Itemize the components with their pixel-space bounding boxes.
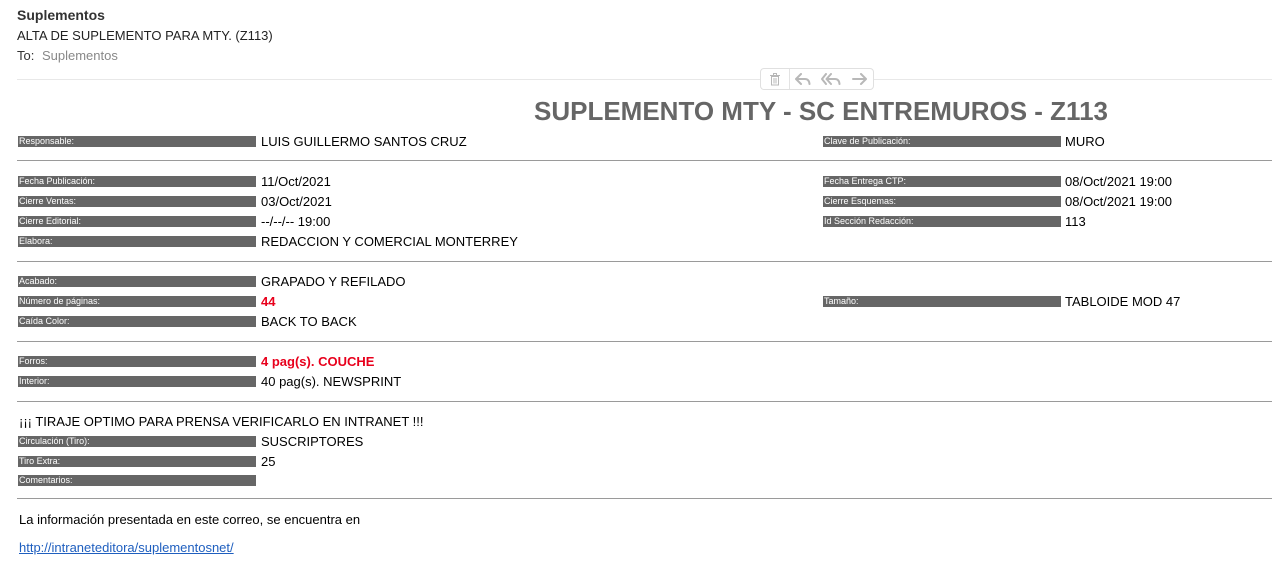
clave-value: MURO [1065, 134, 1105, 149]
header-divider [17, 79, 1272, 80]
id-seccion-label: Id Sección Redacción: [823, 216, 1061, 227]
num-paginas-label: Número de páginas: [18, 296, 256, 307]
acabado-value: GRAPADO Y REFILADO [261, 274, 406, 289]
sender-name: Suplementos [17, 7, 105, 23]
section-divider [17, 498, 1272, 499]
tiro-extra-value: 25 [261, 454, 276, 469]
to-label: To: [17, 48, 35, 63]
footer-text: La información presentada en este correo… [19, 512, 361, 527]
forward-icon [851, 73, 867, 85]
cierre-esquemas-label: Cierre Esquemas: [823, 196, 1061, 207]
responsable-label: Responsable: [18, 136, 256, 147]
email-subject: ALTA DE SUPLEMENTO PARA MTY. (Z113) [17, 28, 273, 43]
reply-button[interactable] [790, 69, 816, 89]
section-divider [17, 160, 1272, 161]
id-seccion-value: 113 [1065, 214, 1086, 229]
circulacion-value: SUSCRIPTORES [261, 434, 364, 449]
elabora-label: Elabora: [18, 236, 256, 247]
caida-color-value: BACK TO BACK [261, 314, 357, 329]
reply-all-button[interactable] [816, 69, 846, 89]
cierre-esquemas-value: 08/Oct/2021 19:00 [1065, 194, 1172, 209]
responsable-value: LUIS GUILLERMO SANTOS CRUZ [261, 134, 467, 149]
forward-button[interactable] [846, 69, 872, 89]
trash-icon [770, 72, 780, 85]
tiro-extra-label: Tiro Extra: [18, 456, 256, 467]
clave-label: Clave de Publicación: [823, 136, 1061, 147]
tiraje-notice: ¡¡¡ TIRAJE OPTIMO PARA PRENSA VERIFICARL… [19, 414, 424, 429]
cierre-ventas-value: 03/Oct/2021 [261, 194, 332, 209]
forros-value: 4 pag(s). COUCHE [261, 354, 375, 369]
fecha-publicacion-value: 11/Oct/2021 [261, 174, 331, 189]
recipient-line: To: Suplementos [17, 48, 118, 63]
reply-all-icon [821, 73, 841, 85]
intranet-link[interactable]: http://intraneteditora/suplementosnet/ [19, 540, 234, 555]
message-toolbar [760, 68, 874, 90]
reply-icon [795, 73, 811, 85]
circulacion-label: Circulación (Tiro): [18, 436, 256, 447]
elabora-value: REDACCION Y COMERCIAL MONTERREY [261, 234, 518, 249]
delete-button[interactable] [761, 69, 790, 89]
supplement-title: SUPLEMENTO MTY - SC ENTREMUROS - Z113 [533, 96, 1108, 126]
section-divider [17, 401, 1272, 402]
fecha-ctp-label: Fecha Entrega CTP: [823, 176, 1061, 187]
tamano-label: Tamaño: [823, 296, 1061, 307]
forros-label: Forros: [18, 356, 256, 367]
interior-value: 40 pag(s). NEWSPRINT [261, 374, 402, 389]
recipient-name[interactable]: Suplementos [42, 48, 118, 63]
comentarios-label: Comentarios: [18, 475, 256, 486]
fecha-publicacion-label: Fecha Publicación: [18, 176, 256, 187]
cierre-editorial-label: Cierre Editorial: [18, 216, 256, 227]
num-paginas-value: 44 [261, 294, 276, 309]
tamano-value: TABLOIDE MOD 47 [1065, 294, 1181, 309]
acabado-label: Acabado: [18, 276, 256, 287]
section-divider [17, 261, 1272, 262]
section-divider [17, 341, 1272, 342]
cierre-editorial-value: --/--/-- 19:00 [261, 214, 331, 229]
cierre-ventas-label: Cierre Ventas: [18, 196, 256, 207]
interior-label: Interior: [18, 376, 256, 387]
fecha-ctp-value: 08/Oct/2021 19:00 [1065, 174, 1172, 189]
caida-color-label: Caída Color: [18, 316, 256, 327]
